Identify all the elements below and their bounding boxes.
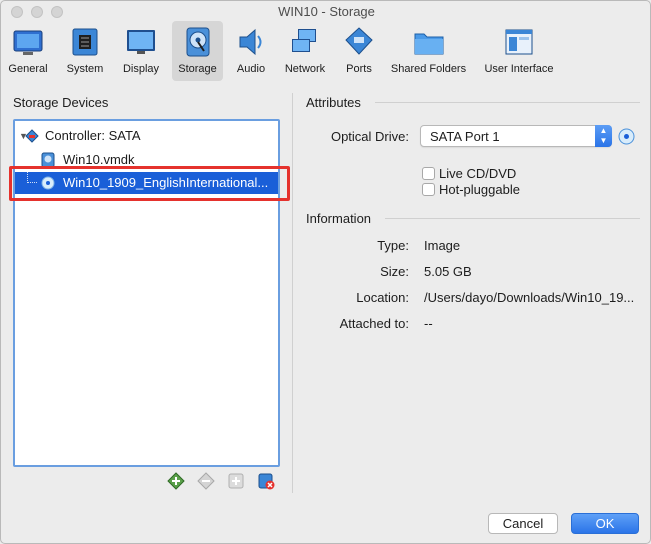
add-controller-icon[interactable] bbox=[167, 472, 185, 490]
attached-to-label: Attached to: bbox=[339, 316, 409, 331]
size-label: Size: bbox=[380, 264, 409, 279]
tree-item-iso[interactable]: Win10_1909_EnglishInternational... bbox=[15, 172, 278, 194]
user-interface-icon bbox=[505, 29, 533, 55]
tab-system[interactable]: System bbox=[61, 21, 109, 81]
sata-controller-icon bbox=[25, 129, 39, 143]
tab-shared-folders[interactable]: Shared Folders bbox=[390, 21, 467, 81]
live-cd-checkbox[interactable] bbox=[422, 167, 435, 180]
add-attachment-icon[interactable] bbox=[227, 472, 245, 490]
network-icon bbox=[292, 29, 316, 52]
optical-drive-value: SATA Port 1 bbox=[430, 129, 500, 144]
location-value: /Users/dayo/Downloads/Win10_19... bbox=[424, 290, 635, 305]
tab-ports[interactable]: Ports bbox=[338, 21, 380, 81]
tree-connector bbox=[27, 172, 37, 183]
tree-controller-sata[interactable]: ▼ Controller: SATA bbox=[15, 125, 278, 147]
chevron-up-down-icon: ▲ ▼ bbox=[595, 125, 612, 147]
tab-display[interactable]: Display bbox=[117, 21, 165, 81]
location-label: Location: bbox=[356, 290, 409, 305]
type-value: Image bbox=[424, 238, 461, 253]
storage-settings-window: WIN10 - Storage General System Display S… bbox=[0, 0, 651, 544]
panel-divider bbox=[292, 93, 293, 493]
live-cd-label: Live CD/DVD bbox=[439, 166, 517, 181]
minimize-window-button[interactable] bbox=[31, 6, 43, 18]
attached-to-value: -- bbox=[424, 316, 433, 331]
ok-button[interactable]: OK bbox=[571, 513, 639, 534]
general-icon bbox=[13, 30, 43, 55]
storage-disk-icon bbox=[186, 27, 209, 57]
information-title: Information bbox=[306, 211, 372, 226]
tab-network[interactable]: Network bbox=[281, 21, 329, 81]
close-window-button[interactable] bbox=[11, 6, 23, 18]
tab-user-interface[interactable]: User Interface bbox=[481, 21, 557, 81]
tree-item-label: Win10.vmdk bbox=[63, 152, 135, 167]
tree-item-vmdk[interactable]: Win10.vmdk bbox=[15, 149, 278, 171]
hard-disk-icon bbox=[41, 152, 55, 168]
attributes-separator bbox=[375, 102, 640, 103]
tab-general[interactable]: General bbox=[5, 21, 51, 81]
remove-attachment-icon[interactable] bbox=[257, 472, 275, 490]
storage-tree[interactable]: ▼ Controller: SATA Win10.vmdk Win10_1909… bbox=[13, 119, 280, 467]
tab-audio[interactable]: Audio bbox=[231, 21, 271, 81]
attributes-title: Attributes bbox=[306, 95, 361, 110]
controller-label: Controller: SATA bbox=[45, 128, 141, 143]
optical-drive-select[interactable]: SATA Port 1 ▲ ▼ bbox=[420, 125, 612, 147]
tree-item-label: Win10_1909_EnglishInternational... bbox=[63, 175, 269, 190]
storage-devices-title: Storage Devices bbox=[13, 95, 109, 110]
hot-pluggable-label: Hot-pluggable bbox=[439, 182, 520, 197]
zoom-window-button[interactable] bbox=[51, 6, 63, 18]
audio-speaker-icon bbox=[239, 28, 262, 56]
hot-pluggable-checkbox[interactable] bbox=[422, 183, 435, 196]
optical-drive-label: Optical Drive: bbox=[330, 129, 409, 144]
ports-icon bbox=[345, 27, 373, 55]
title-bar: WIN10 - Storage bbox=[1, 1, 650, 23]
window-title: WIN10 - Storage bbox=[278, 4, 375, 19]
settings-toolbar: General System Display Storage Audio Net… bbox=[1, 21, 650, 83]
type-label: Type: bbox=[377, 238, 409, 253]
display-monitor-icon bbox=[127, 30, 155, 54]
optical-disc-icon bbox=[41, 176, 55, 190]
information-separator bbox=[385, 218, 640, 219]
system-chip-icon bbox=[72, 28, 98, 56]
size-value: 5.05 GB bbox=[424, 264, 472, 279]
choose-disc-icon[interactable] bbox=[618, 128, 635, 145]
remove-controller-icon[interactable] bbox=[197, 472, 215, 490]
shared-folder-icon bbox=[414, 33, 443, 55]
tab-storage[interactable]: Storage bbox=[172, 21, 223, 81]
cancel-button[interactable]: Cancel bbox=[488, 513, 558, 534]
